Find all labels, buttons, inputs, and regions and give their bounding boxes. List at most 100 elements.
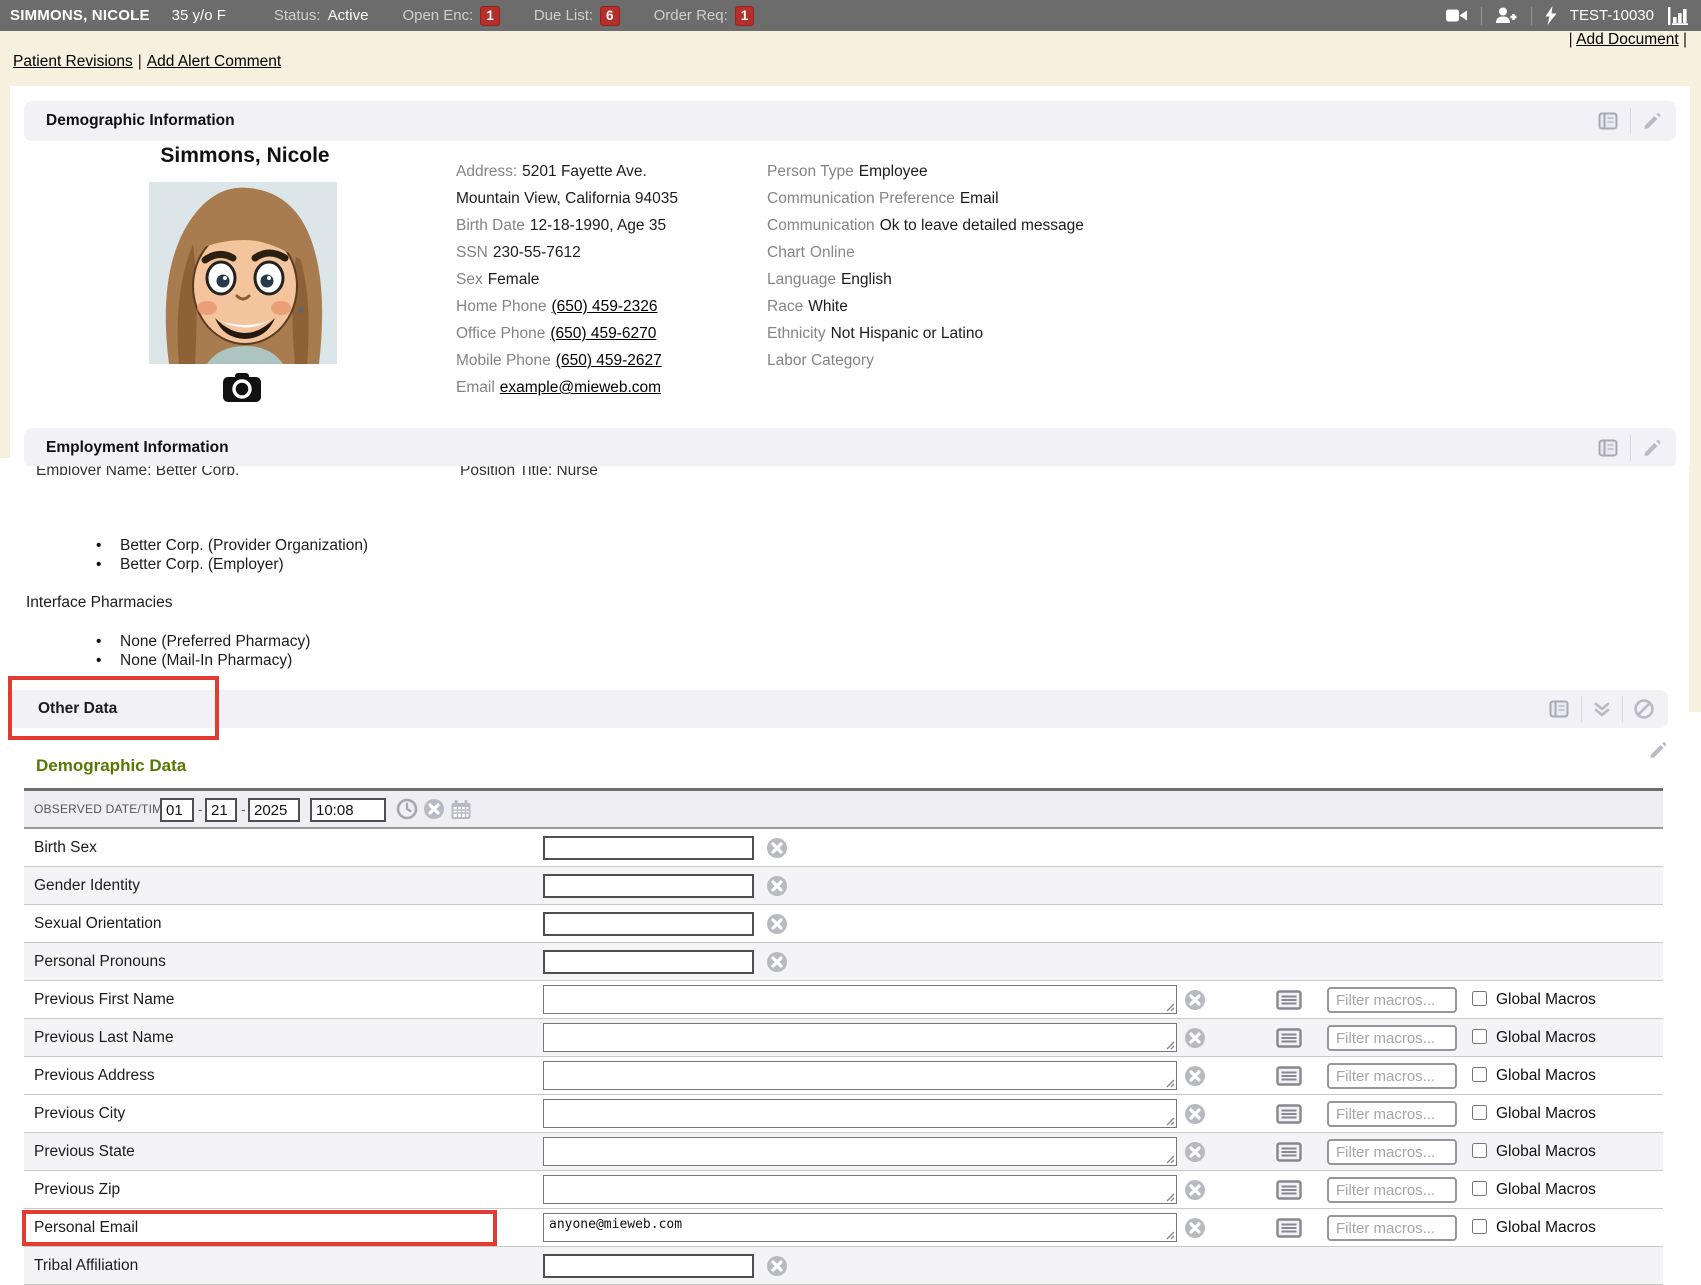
- macro-list-icon[interactable]: [1276, 1104, 1302, 1129]
- edit-pencil-icon[interactable]: [1642, 111, 1662, 131]
- field-input[interactable]: [543, 874, 754, 898]
- field-textarea[interactable]: [543, 1213, 1177, 1242]
- disable-icon[interactable]: [1634, 699, 1654, 719]
- add-document-link[interactable]: Add Document: [1576, 31, 1679, 48]
- filter-macros-input[interactable]: [1327, 1177, 1457, 1203]
- field-label: Address:: [456, 163, 517, 180]
- global-macros-checkbox[interactable]: [1472, 1029, 1487, 1044]
- clear-icon[interactable]: [766, 1255, 788, 1282]
- field-textarea[interactable]: [543, 1099, 1177, 1128]
- document-icon[interactable]: [1598, 439, 1619, 458]
- clear-icon[interactable]: [1184, 1179, 1206, 1206]
- observed-year-input[interactable]: [248, 798, 300, 822]
- filter-macros-input[interactable]: [1327, 1025, 1457, 1051]
- pharmacy-list: None (Preferred Pharmacy)None (Mail-In P…: [76, 632, 310, 670]
- collapse-double-chevron-icon[interactable]: [1593, 701, 1611, 718]
- global-macros-label: Global Macros: [1496, 1029, 1596, 1047]
- patient-display-name: Simmons, Nicole: [145, 144, 345, 168]
- table-row: Previous First Name Global Macros: [24, 981, 1663, 1019]
- document-icon[interactable]: [1549, 700, 1570, 719]
- document-icon[interactable]: [1598, 112, 1619, 131]
- macro-list-icon[interactable]: [1276, 1028, 1302, 1053]
- filter-macros-input[interactable]: [1327, 1139, 1457, 1165]
- add-alert-comment-link[interactable]: Add Alert Comment: [147, 53, 281, 70]
- clear-icon[interactable]: [766, 913, 788, 940]
- field-value: Female: [488, 271, 540, 288]
- field-textarea[interactable]: [543, 1137, 1177, 1166]
- patient-header-bar: SIMMONS, NICOLE 35 y/o F Status: Active …: [0, 0, 1701, 31]
- contact-link[interactable]: (650) 459-2326: [551, 298, 657, 315]
- global-macros-checkbox[interactable]: [1472, 1105, 1487, 1120]
- observed-month-input[interactable]: [160, 798, 194, 822]
- clear-icon[interactable]: [766, 875, 788, 902]
- calendar-icon[interactable]: [450, 799, 472, 820]
- field-textarea[interactable]: [543, 1023, 1177, 1052]
- field-textarea[interactable]: [543, 985, 1177, 1014]
- contact-link[interactable]: example@mieweb.com: [500, 379, 661, 396]
- info-line: LanguageEnglish: [767, 266, 1084, 293]
- due-list-badge[interactable]: 6: [600, 6, 620, 26]
- macro-list-icon[interactable]: [1276, 1218, 1302, 1243]
- patient-revisions-link[interactable]: Patient Revisions: [13, 53, 133, 70]
- global-macros-checkbox[interactable]: [1472, 1143, 1487, 1158]
- filter-macros-input[interactable]: [1327, 1215, 1457, 1241]
- clear-icon[interactable]: [1184, 1027, 1206, 1054]
- filter-macros-input[interactable]: [1327, 1063, 1457, 1089]
- contact-link[interactable]: (650) 459-6270: [550, 325, 656, 342]
- person-add-icon[interactable]: [1495, 7, 1518, 24]
- info-line: Address:5201 Fayette Ave.: [456, 158, 678, 185]
- clear-icon[interactable]: [423, 798, 445, 820]
- field-textarea[interactable]: [543, 1175, 1177, 1204]
- filter-macros-input[interactable]: [1327, 987, 1457, 1013]
- observed-time-input[interactable]: [310, 798, 386, 822]
- patient-photo: [149, 182, 337, 364]
- section-title: Other Data: [22, 700, 117, 718]
- global-macros-label: Global Macros: [1496, 1181, 1596, 1199]
- camera-icon[interactable]: [222, 372, 262, 408]
- field-label: Previous Address: [34, 1067, 155, 1085]
- order-req-badge[interactable]: 1: [735, 6, 755, 26]
- info-line: CommunicationOk to leave detailed messag…: [767, 212, 1084, 239]
- table-row: Sexual Orientation: [24, 905, 1663, 943]
- field-label: Labor Category: [767, 352, 874, 369]
- edit-pencil-icon[interactable]: [1648, 740, 1668, 765]
- clear-icon[interactable]: [1184, 1103, 1206, 1130]
- field-value: English: [841, 271, 892, 288]
- field-input[interactable]: [543, 1254, 754, 1278]
- field-input[interactable]: [543, 836, 754, 860]
- clear-icon[interactable]: [1184, 1217, 1206, 1244]
- global-macros-label: Global Macros: [1496, 1143, 1596, 1161]
- macro-list-icon[interactable]: [1276, 1142, 1302, 1167]
- global-macros-checkbox[interactable]: [1472, 1067, 1487, 1082]
- open-enc-badge[interactable]: 1: [480, 6, 500, 26]
- field-label: Personal Email: [34, 1219, 138, 1237]
- observed-day-input[interactable]: [205, 798, 237, 822]
- table-row: Previous State Global Macros: [24, 1133, 1663, 1171]
- filter-macros-input[interactable]: [1327, 1101, 1457, 1127]
- lightning-bolt-icon[interactable]: [1545, 6, 1557, 25]
- edit-pencil-icon[interactable]: [1642, 438, 1662, 458]
- clear-icon[interactable]: [766, 837, 788, 864]
- global-macros-checkbox[interactable]: [1472, 1219, 1487, 1234]
- info-line: Emailexample@mieweb.com: [456, 374, 678, 401]
- macro-list-icon[interactable]: [1276, 1066, 1302, 1091]
- macro-list-icon[interactable]: [1276, 990, 1302, 1015]
- table-row: Previous Zip Global Macros: [24, 1171, 1663, 1209]
- field-value: 12-18-1990, Age 35: [530, 217, 666, 234]
- field-value: Online: [810, 244, 855, 261]
- clear-icon[interactable]: [766, 951, 788, 978]
- bar-chart-icon[interactable]: [1667, 7, 1691, 25]
- field-textarea[interactable]: [543, 1061, 1177, 1090]
- video-camera-icon[interactable]: [1446, 8, 1468, 23]
- contact-link[interactable]: (650) 459-2627: [556, 352, 662, 369]
- clear-icon[interactable]: [1184, 989, 1206, 1016]
- global-macros-checkbox[interactable]: [1472, 1181, 1487, 1196]
- table-row: Previous Last Name Global Macros: [24, 1019, 1663, 1057]
- global-macros-checkbox[interactable]: [1472, 991, 1487, 1006]
- clear-icon[interactable]: [1184, 1141, 1206, 1168]
- clock-icon[interactable]: [396, 798, 418, 820]
- clear-icon[interactable]: [1184, 1065, 1206, 1092]
- field-input[interactable]: [543, 912, 754, 936]
- macro-list-icon[interactable]: [1276, 1180, 1302, 1205]
- field-input[interactable]: [543, 950, 754, 974]
